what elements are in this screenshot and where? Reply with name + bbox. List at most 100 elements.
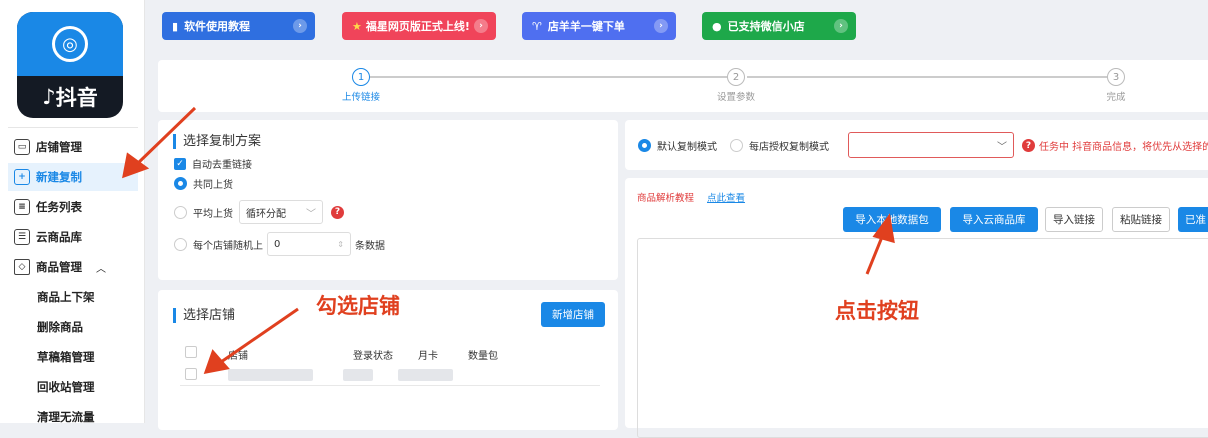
chevron-right-icon: › — [834, 19, 848, 33]
import-cloud-library-button[interactable]: 导入云商品库 — [950, 207, 1038, 232]
task-list-icon: ≡ — [14, 199, 30, 215]
random-listing-row: 每个店铺随机上 0 ⇕ 条数据 — [174, 232, 385, 256]
wechat-icon: ● — [712, 19, 722, 33]
step-label: 设置参数 — [716, 92, 755, 103]
sidebar-item-label: 草稿箱管理 — [37, 350, 95, 364]
column-header: 数量包 — [468, 351, 498, 362]
tip-text: 任务中 抖音商品信息，将优先从选择的 — [1039, 142, 1208, 153]
sidebar-subitem-clean[interactable]: 清理无流量 — [8, 403, 138, 431]
check-icon: ✓ — [174, 157, 186, 170]
sheep-icon: ♈ — [532, 19, 542, 33]
select-all-checkbox[interactable] — [185, 346, 197, 358]
book-icon: ▮ — [172, 19, 179, 33]
section-title: 选择店铺 — [173, 308, 235, 323]
chevron-right-icon: › — [654, 19, 668, 33]
sidebar-subitem-drafts[interactable]: 草稿箱管理 — [8, 343, 138, 371]
chevron-right-icon: › — [293, 19, 307, 33]
tutorial-button[interactable]: ▮ 软件使用教程 › — [162, 12, 315, 40]
sidebar-item-label: 删除商品 — [37, 320, 83, 334]
sidebar: ◎ ♪ 抖音 ▭ 店铺管理 + 新建复制 ≡ 任务列表 ☰ 云商品库 ◇ 商品管理 ︿ 商品上… — [0, 0, 145, 424]
radio-selected-icon — [638, 139, 651, 152]
shop-row-checkbox[interactable] — [185, 368, 197, 380]
paste-link-button[interactable]: 粘贴链接 — [1112, 207, 1170, 232]
link-textarea[interactable] — [637, 238, 1208, 438]
sidebar-item-cloud-library[interactable]: ☰ 云商品库 — [8, 223, 138, 251]
sidebar-item-label: 商品管理 — [36, 260, 82, 274]
cube-icon: ◇ — [14, 259, 30, 275]
logo-text: 抖音 — [55, 86, 98, 110]
column-header: 登录状态 — [353, 351, 393, 362]
copy-plan-card: 选择复制方案 ✓ 自动去重链接 共同上货 平均上货 循环分配 ﹀ ? 每个店铺随机上… — [158, 120, 618, 280]
redacted-cell — [228, 369, 313, 381]
wechat-store-button[interactable]: ● 已支持微信小店 › — [702, 12, 856, 40]
parse-tutorial-label: 商品解析教程 — [637, 193, 695, 204]
sidebar-item-label: 商品上下架 — [37, 290, 95, 304]
sidebar-subitem-recycle[interactable]: 回收站管理 — [8, 373, 138, 401]
average-listing-radio[interactable] — [174, 205, 187, 219]
task-tip: ? 任务中 抖音商品信息，将优先从选择的 — [1022, 138, 1208, 153]
one-click-order-button[interactable]: ♈ 店羊羊一键下单 › — [522, 12, 676, 40]
random-count-input[interactable]: 0 ⇕ — [267, 232, 351, 256]
radio-label: 每店授权复制模式 — [749, 142, 829, 153]
step-1: 1 上传链接 — [336, 68, 386, 103]
distribution-select[interactable]: 循环分配 ﹀ — [239, 200, 323, 224]
chevron-down-icon: ﹀ — [997, 141, 1007, 153]
sidebar-item-product-manage[interactable]: ◇ 商品管理 ︿ — [8, 253, 138, 281]
radio-selected-icon — [174, 177, 187, 190]
import-link-button[interactable]: 导入链接 — [1045, 207, 1103, 232]
warning-icon: ? — [1022, 139, 1035, 152]
redacted-cell — [343, 369, 373, 381]
random-listing-radio[interactable] — [174, 237, 187, 251]
step-line — [370, 76, 727, 78]
store-icon: ▭ — [14, 139, 30, 155]
step-line — [747, 76, 1107, 78]
step-number: 3 — [1107, 68, 1125, 86]
star-icon: ★ — [352, 19, 362, 33]
steps-card: 1 上传链接 2 设置参数 3 完成 — [158, 60, 1208, 112]
step-label: 上传链接 — [341, 92, 380, 103]
cloud-library-icon: ☰ — [14, 229, 30, 245]
web-launch-button[interactable]: ★ 福星网页版正式上线! › — [342, 12, 496, 40]
sidebar-item-tasks[interactable]: ≡ 任务列表 — [8, 193, 138, 221]
default-mode-radio[interactable]: 默认复制模式 — [638, 138, 717, 153]
column-header: 月卡 — [418, 351, 438, 362]
mode-card: 默认复制模式 每店授权复制模式 ﹀ ? 任务中 抖音商品信息，将优先从选择的 — [625, 120, 1208, 170]
stepper-icon: ⇕ — [337, 239, 344, 249]
column-header: 店铺 — [228, 351, 248, 362]
divider — [8, 127, 138, 128]
sidebar-subitem-delete[interactable]: 删除商品 — [8, 313, 138, 341]
annotation-check-shop: 勾选店铺 — [316, 294, 400, 318]
sidebar-item-store[interactable]: ▭ 店铺管理 — [8, 133, 138, 161]
sidebar-item-label: 回收站管理 — [37, 380, 95, 394]
ready-button[interactable]: 已准 — [1178, 207, 1208, 232]
view-tutorial-link[interactable]: 点此查看 — [707, 190, 745, 204]
button-label: 软件使用教程 — [184, 20, 251, 33]
radio-label: 每个店铺随机上 — [193, 240, 263, 252]
coin-icon: ◎ — [52, 26, 88, 62]
dedup-checkbox[interactable]: ✓ 自动去重链接 — [174, 156, 252, 171]
sidebar-item-label: 新建复制 — [36, 170, 82, 184]
tiktok-icon: ♪ — [42, 85, 56, 109]
auth-mode-radio[interactable]: 每店授权复制模式 — [730, 138, 829, 153]
app-logo: ◎ ♪ 抖音 — [17, 12, 123, 118]
radio-icon — [730, 139, 743, 152]
sidebar-item-new-copy[interactable]: + 新建复制 — [8, 163, 138, 191]
sidebar-item-label: 任务列表 — [36, 200, 82, 214]
sidebar-item-label: 云商品库 — [36, 230, 82, 244]
average-listing-row: 平均上货 循环分配 ﹀ ? — [174, 200, 344, 224]
input-value: 0 — [274, 238, 281, 250]
shared-listing-radio[interactable]: 共同上货 — [174, 176, 233, 191]
add-shop-button[interactable]: 新增店铺 — [541, 302, 605, 327]
sidebar-subitem-shelf[interactable]: 商品上下架 — [8, 283, 138, 311]
add-copy-icon: + — [14, 169, 30, 185]
source-select[interactable]: ﹀ — [848, 132, 1014, 158]
checkbox-label: 自动去重链接 — [192, 160, 252, 171]
help-icon[interactable]: ? — [331, 205, 344, 219]
button-label: 店羊羊一键下单 — [547, 20, 625, 33]
top-bar: ▮ 软件使用教程 › ★ 福星网页版正式上线! › ♈ 店羊羊一键下单 › ● 已支持微信小店… — [145, 0, 1208, 50]
chevron-right-icon: › — [474, 19, 488, 33]
chevron-up-icon: ︿ — [96, 263, 106, 275]
row-divider — [180, 385, 600, 386]
import-local-package-button[interactable]: 导入本地数据包 — [843, 207, 941, 232]
chevron-down-icon: ﹀ — [306, 208, 316, 220]
